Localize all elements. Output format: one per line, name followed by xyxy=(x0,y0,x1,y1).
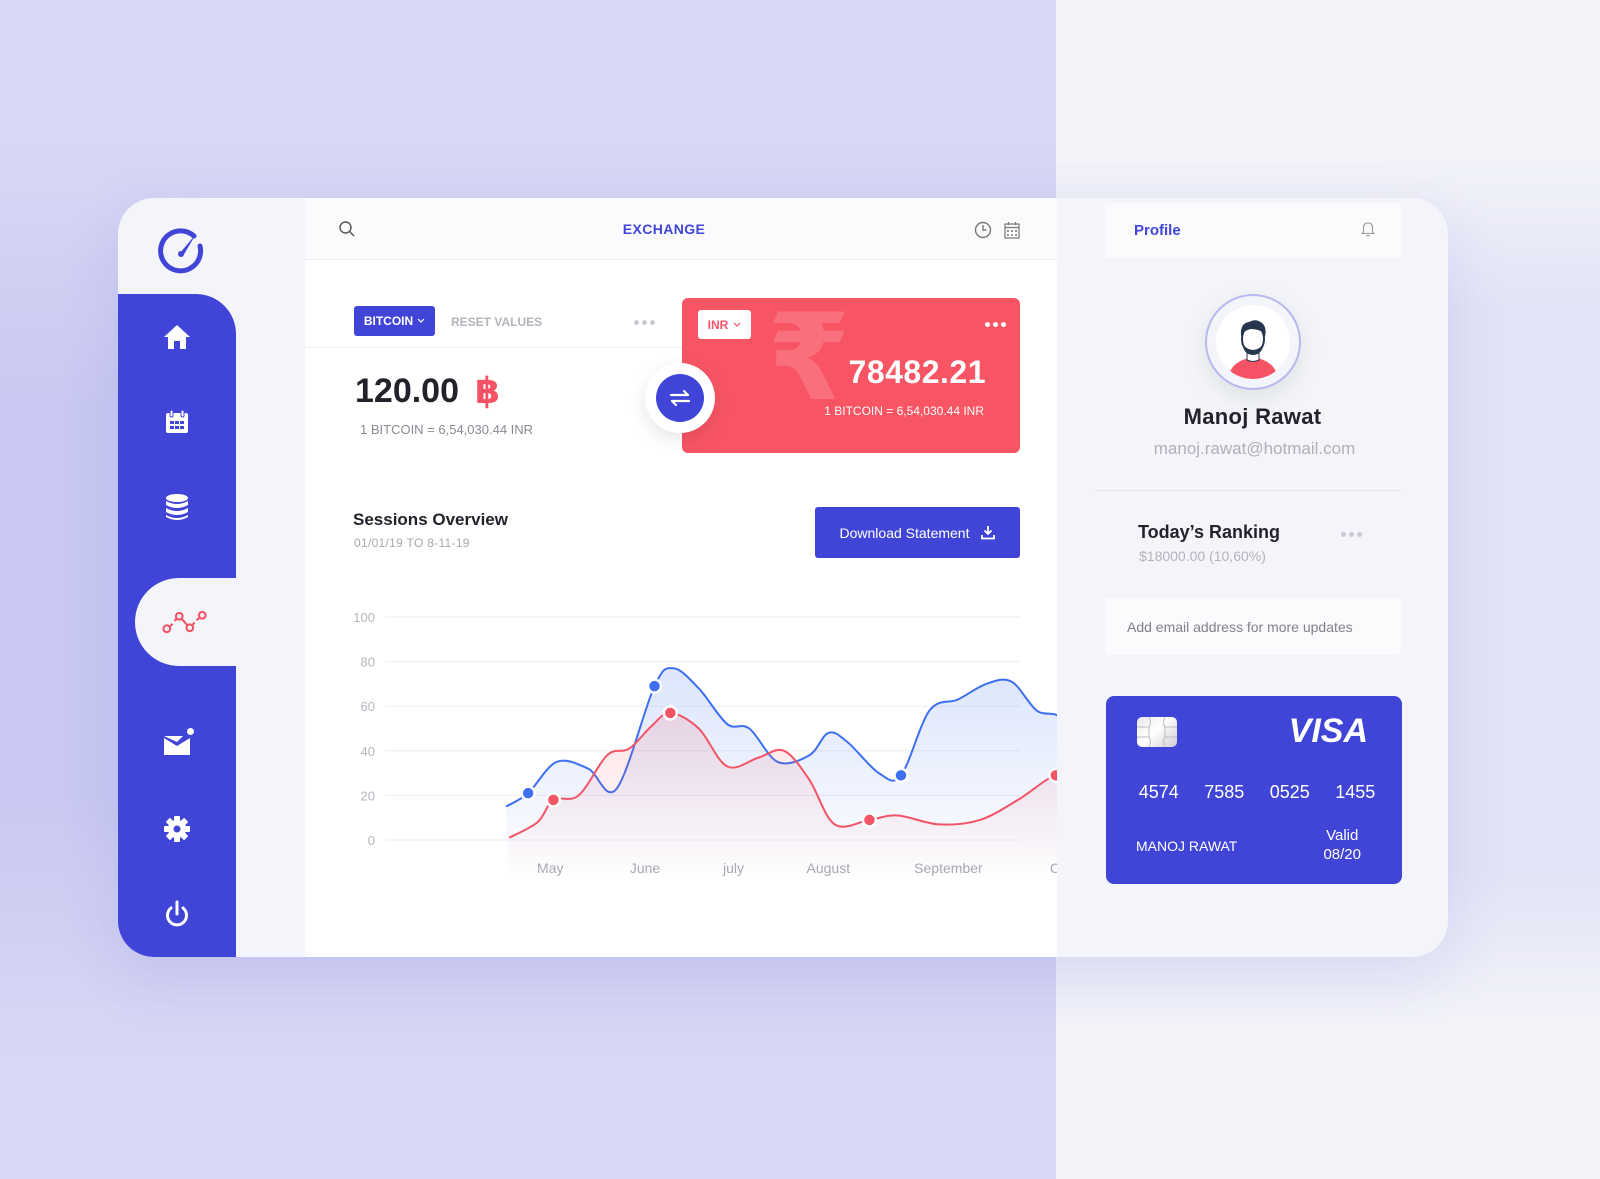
card-validity: Valid 08/20 xyxy=(1323,826,1361,864)
inr-rate: 1 BITCOIN = 6,54,030.44 INR xyxy=(824,404,984,418)
sidebar-item-mail[interactable] xyxy=(154,721,200,767)
bitcoin-rate: 1 BITCOIN = 6,54,030.44 INR xyxy=(360,422,534,437)
series-line-red xyxy=(508,711,1057,839)
x-tick-label: May xyxy=(537,860,563,876)
sessions-date-range: 01/01/19 TO 8-11-19 xyxy=(354,536,470,550)
y-tick-label: 100 xyxy=(353,610,375,625)
inr-select[interactable]: INR xyxy=(698,310,751,339)
bitcoin-amount-value: 120.00 xyxy=(355,371,459,410)
data-point-blue[interactable] xyxy=(646,678,663,694)
series-area-red xyxy=(509,712,1057,880)
y-tick-label: 40 xyxy=(361,744,375,759)
avatar[interactable] xyxy=(1205,294,1301,390)
speedometer-logo-icon[interactable] xyxy=(158,226,206,274)
download-icon xyxy=(981,526,996,540)
exchange-panel: EXCHANGE BITCOIN RESET VALUES 120.00 ฿ 1… xyxy=(305,198,1057,957)
x-tick-label: September xyxy=(914,860,983,876)
more-options-icon[interactable] xyxy=(985,322,1006,327)
bitcoin-amount: 120.00 ฿ xyxy=(355,370,500,412)
x-tick-label: June xyxy=(630,860,661,876)
email-input[interactable]: Add email address for more updates xyxy=(1105,598,1401,655)
home-icon xyxy=(164,325,190,349)
sidebar xyxy=(118,198,305,957)
sidebar-item-home[interactable] xyxy=(154,314,200,360)
card-holder-name: MANOJ RAWAT xyxy=(1136,838,1238,854)
data-point-red[interactable] xyxy=(662,705,679,721)
chevron-down-icon xyxy=(733,322,741,327)
calendar-icon[interactable] xyxy=(1004,221,1020,244)
card-chip-icon xyxy=(1137,716,1177,748)
profile-label: Profile xyxy=(1134,222,1181,239)
bitcoin-select-label: BITCOIN xyxy=(363,314,414,328)
visa-logo: VISA xyxy=(1288,712,1368,750)
rupee-icon: ₹ xyxy=(767,298,851,425)
bitcoin-icon: ฿ xyxy=(475,370,501,411)
profile-panel: Profile Manoj Rawat manoj.rawat@hotmail.… xyxy=(1057,198,1448,957)
app-window: EXCHANGE BITCOIN RESET VALUES 120.00 ฿ 1… xyxy=(118,198,1448,957)
card-valid-value: 08/20 xyxy=(1323,846,1361,863)
x-tick-label: October xyxy=(1050,860,1057,876)
user-email: manoj.rawat@hotmail.com xyxy=(1153,439,1356,458)
mail-icon xyxy=(164,736,190,755)
card-valid-label: Valid xyxy=(1326,827,1359,844)
more-options-icon[interactable] xyxy=(634,320,655,325)
y-tick-label: 0 xyxy=(368,833,375,848)
data-point-red[interactable] xyxy=(545,792,562,808)
x-tick-label: july xyxy=(722,860,744,876)
sidebar-item-logout[interactable] xyxy=(154,891,200,937)
sidebar-item-analytics[interactable] xyxy=(162,599,208,645)
chevron-down-icon xyxy=(417,318,425,323)
gear-icon xyxy=(164,816,190,842)
reset-values-button[interactable]: RESET VALUES xyxy=(451,315,542,329)
data-point-red[interactable] xyxy=(861,812,878,828)
data-point-blue[interactable] xyxy=(893,767,909,784)
y-tick-label: 80 xyxy=(361,655,375,670)
sidebar-item-settings[interactable] xyxy=(154,806,200,852)
download-statement-label: Download Statement xyxy=(839,524,970,541)
y-tick-label: 20 xyxy=(361,788,375,803)
card-number-group: 4574 xyxy=(1138,782,1179,802)
ranking-title: Today’s Ranking xyxy=(1138,522,1281,542)
avatar-image xyxy=(1216,305,1290,379)
card-number-group: 0525 xyxy=(1269,782,1310,802)
database-icon xyxy=(166,494,188,520)
inr-select-label: INR xyxy=(707,317,729,332)
line-chart-icon xyxy=(162,610,207,634)
sidebar-item-database[interactable] xyxy=(154,484,200,530)
divider xyxy=(1095,490,1401,491)
y-tick-label: 60 xyxy=(361,699,375,714)
top-bar: EXCHANGE xyxy=(305,198,1057,260)
bell-icon[interactable] xyxy=(1360,221,1376,242)
swap-arrows-icon xyxy=(669,389,691,407)
divider xyxy=(305,347,685,348)
profile-header: Profile xyxy=(1105,203,1401,258)
x-tick-label: August xyxy=(807,860,851,876)
series-area-blue xyxy=(506,668,1057,880)
sessions-title: Sessions Overview xyxy=(353,510,508,529)
more-options-icon[interactable] xyxy=(1341,532,1362,537)
power-icon xyxy=(166,900,188,927)
page-title: EXCHANGE xyxy=(622,221,706,237)
clock-icon[interactable] xyxy=(974,221,992,244)
bitcoin-select[interactable]: BITCOIN xyxy=(354,306,435,336)
mail-notification-dot xyxy=(187,728,194,735)
user-avatar-icon xyxy=(1228,320,1278,379)
inr-amount: 78482.21 xyxy=(848,354,986,390)
visa-card[interactable]: VISA 4574 7585 0525 1455 MANOJ RAWAT Val… xyxy=(1106,696,1402,884)
series-line-blue xyxy=(505,667,1057,808)
swap-button[interactable] xyxy=(656,374,704,422)
user-name: Manoj Rawat xyxy=(1183,404,1322,429)
card-number: 4574 7585 0525 1455 xyxy=(1106,782,1402,803)
data-point-red[interactable] xyxy=(1048,767,1057,784)
ranking-value: $18000.00 (10,60%) xyxy=(1139,548,1266,564)
card-number-group: 7585 xyxy=(1204,782,1245,802)
calendar-icon xyxy=(166,409,188,433)
inr-card: ₹ INR 78482.21 1 BITCOIN = 6,54,030.44 I… xyxy=(682,298,1020,453)
sidebar-item-calendar[interactable] xyxy=(154,399,200,445)
download-statement-button[interactable]: Download Statement xyxy=(815,507,1020,558)
card-number-group: 1455 xyxy=(1335,782,1376,802)
data-point-blue[interactable] xyxy=(520,785,536,801)
swap-ring xyxy=(645,363,715,433)
